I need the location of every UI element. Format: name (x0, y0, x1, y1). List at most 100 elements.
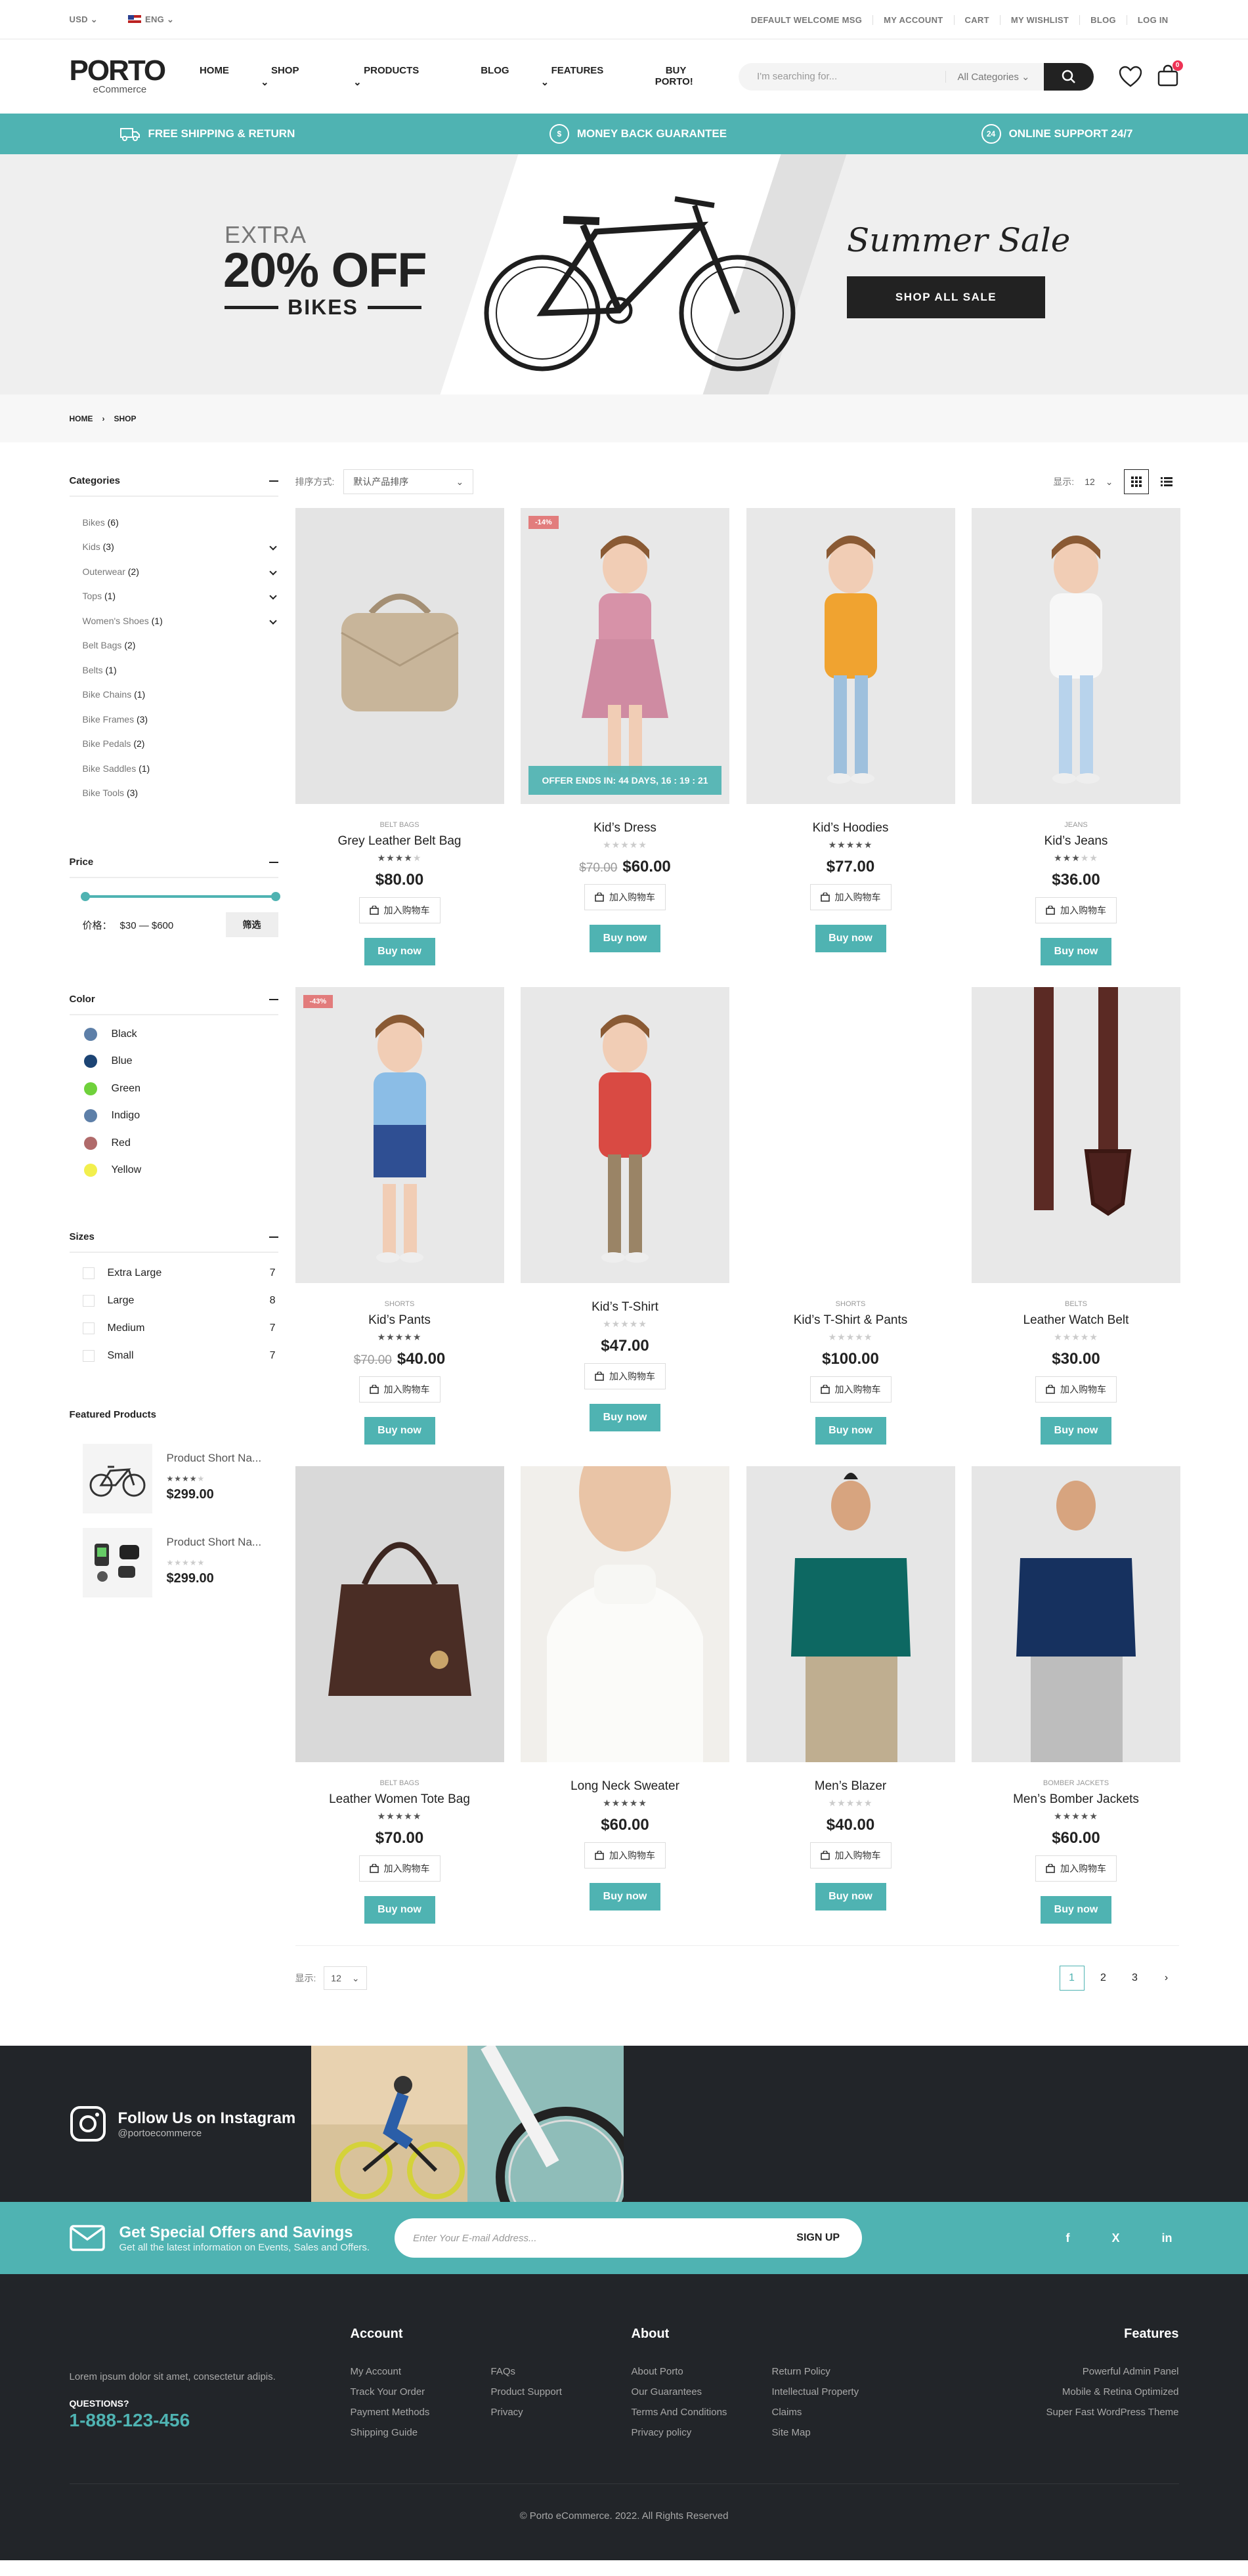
color-header[interactable]: Color (69, 994, 278, 1015)
language-switcher[interactable]: ENG ⌄ (127, 14, 174, 25)
next-page-icon[interactable]: › (1154, 1966, 1179, 1991)
category-item[interactable]: Bike Tools (3) (83, 781, 278, 806)
size-filter-item[interactable]: Large 8 (70, 1287, 278, 1315)
product-category[interactable]: JEANS (972, 821, 1180, 830)
product-image[interactable] (972, 987, 1180, 1283)
search-category-select[interactable]: All Categories ⌄ (945, 70, 1044, 83)
buy-now-button[interactable]: Buy now (364, 1417, 435, 1445)
category-item[interactable]: Bike Chains (1) (83, 683, 278, 707)
footer-link[interactable]: Product Support (491, 2382, 562, 2402)
featured-product-image[interactable] (82, 1444, 152, 1513)
wishlist-heart-icon[interactable] (1119, 66, 1142, 88)
price-filter-button[interactable]: 筛选 (225, 912, 278, 937)
category-item[interactable]: Kids (3) (83, 535, 278, 560)
color-filter-item[interactable]: Yellow (70, 1157, 278, 1185)
add-to-cart-button[interactable]: 加入购物车 (1035, 1855, 1117, 1882)
product-category[interactable]: SHORTS (746, 1300, 955, 1309)
product-category[interactable]: BOMBER JACKETS (972, 1779, 1180, 1788)
category-item[interactable]: Outerwear (2) (83, 559, 278, 584)
footer-link[interactable]: Powerful Admin Panel (1046, 2361, 1179, 2382)
sign-up-button[interactable]: SIGN UP (796, 2232, 840, 2244)
instagram-handle[interactable]: @portoecommerce (118, 2128, 296, 2139)
buy-now-button[interactable]: Buy now (1041, 938, 1111, 965)
page-1[interactable]: 1 (1059, 1966, 1085, 1991)
product-category[interactable]: SHORTS (295, 1300, 504, 1309)
footer-link[interactable]: Super Fast WordPress Theme (1046, 2402, 1178, 2422)
chevron-down-icon[interactable] (269, 617, 277, 625)
chevron-down-icon[interactable] (269, 592, 277, 600)
nav-item-3[interactable]: BLOG (460, 65, 530, 88)
add-to-cart-button[interactable]: 加入购物车 (584, 1842, 666, 1869)
search-button[interactable] (1043, 62, 1094, 91)
per-page-select[interactable]: 12 ⌄ (324, 1966, 367, 1990)
page-3[interactable]: 3 (1123, 1966, 1148, 1991)
instagram-photo-wheel[interactable] (467, 2046, 624, 2202)
buy-now-button[interactable]: Buy now (590, 1404, 660, 1431)
featured-product-name[interactable]: Product Short Na... (167, 1536, 262, 1549)
add-to-cart-button[interactable]: 加入购物车 (809, 1376, 892, 1403)
chevron-down-icon[interactable] (269, 543, 277, 551)
breadcrumb-home[interactable]: HOME (70, 414, 93, 423)
product-name[interactable]: Kid’s Dress (521, 821, 729, 835)
footer-link[interactable]: Site Map (772, 2422, 859, 2443)
footer-link[interactable]: My Account (351, 2361, 491, 2382)
category-item[interactable]: Tops (1) (83, 584, 278, 609)
buy-now-button[interactable]: Buy now (815, 1883, 886, 1911)
add-to-cart-button[interactable]: 加入购物车 (584, 1363, 666, 1389)
product-image[interactable] (972, 508, 1180, 804)
nav-item-5[interactable]: BUY PORTO! (645, 65, 739, 88)
footer-link[interactable]: FAQs (491, 2361, 562, 2382)
buy-now-button[interactable]: Buy now (1041, 1896, 1111, 1924)
nav-item-4[interactable]: FEATURES ⌄ (530, 65, 645, 88)
product-image[interactable]: -14% OFFER ENDS IN: 44 DAYS, 16 : 19 : 21 (521, 508, 729, 804)
add-to-cart-button[interactable]: 加入购物车 (1035, 1376, 1117, 1403)
x-twitter-icon[interactable]: X (1111, 2231, 1119, 2245)
add-to-cart-button[interactable]: 加入购物车 (358, 897, 441, 923)
color-filter-item[interactable]: Red (70, 1130, 278, 1157)
price-range-slider[interactable] (80, 892, 280, 901)
size-checkbox[interactable] (82, 1350, 95, 1362)
nav-item-1[interactable]: SHOP ⌄ (250, 65, 343, 88)
buy-now-button[interactable]: Buy now (815, 925, 886, 952)
add-to-cart-button[interactable]: 加入购物车 (358, 1376, 441, 1403)
color-filter-item[interactable]: Blue (70, 1048, 278, 1076)
footer-link[interactable]: Terms And Conditions (632, 2402, 772, 2422)
category-item[interactable]: Women's Shoes (1) (83, 608, 278, 633)
product-name[interactable]: Men’s Blazer (746, 1779, 955, 1794)
nav-item-0[interactable]: HOME (179, 65, 250, 88)
product-name[interactable]: Kid’s T-Shirt & Pants (746, 1313, 955, 1328)
search-input[interactable]: I'm searching for... (739, 71, 945, 82)
product-name[interactable]: Kid’s Pants (295, 1313, 504, 1328)
add-to-cart-button[interactable]: 加入购物车 (358, 1855, 441, 1882)
buy-now-button[interactable]: Buy now (815, 1417, 886, 1445)
product-category[interactable]: BELT BAGS (295, 1779, 504, 1788)
product-category[interactable]: BELTS (972, 1300, 1180, 1309)
newsletter-email-input[interactable]: Enter Your E-mail Address... (413, 2233, 536, 2244)
categories-header[interactable]: Categories (69, 475, 278, 497)
add-to-cart-button[interactable]: 加入购物车 (809, 1842, 892, 1869)
size-filter-item[interactable]: Extra Large 7 (70, 1259, 278, 1287)
product-image[interactable] (746, 1466, 955, 1762)
product-image[interactable] (295, 1466, 504, 1762)
footer-link[interactable]: Mobile & Retina Optimized (1046, 2382, 1179, 2402)
product-image[interactable]: -43% (295, 987, 504, 1283)
top-link-1[interactable]: MY ACCOUNT (872, 14, 953, 25)
shop-all-sale-button[interactable]: SHOP ALL SALE (847, 276, 1045, 318)
product-name[interactable]: Leather Women Tote Bag (295, 1792, 504, 1807)
size-filter-item[interactable]: Small 7 (70, 1342, 278, 1370)
show-count-select[interactable]: 12 ⌄ (1079, 469, 1119, 494)
add-to-cart-button[interactable]: 加入购物车 (584, 884, 666, 910)
footer-link[interactable]: Shipping Guide (351, 2422, 491, 2443)
currency-switcher[interactable]: USD ⌄ (70, 14, 98, 25)
featured-product-name[interactable]: Product Short Na... (167, 1452, 262, 1465)
buy-now-button[interactable]: Buy now (1041, 1417, 1111, 1445)
top-link-0[interactable]: DEFAULT WELCOME MSG (741, 15, 872, 25)
featured-product[interactable]: Product Short Na... ★★★★★ $299.00 (70, 1528, 278, 1597)
chevron-down-icon[interactable] (269, 568, 277, 576)
featured-product-image[interactable] (82, 1528, 152, 1597)
size-checkbox[interactable] (82, 1295, 95, 1307)
product-image[interactable] (521, 987, 729, 1283)
price-header[interactable]: Price (69, 856, 278, 878)
size-filter-item[interactable]: Medium 7 (70, 1315, 278, 1342)
product-image[interactable] (746, 508, 955, 804)
